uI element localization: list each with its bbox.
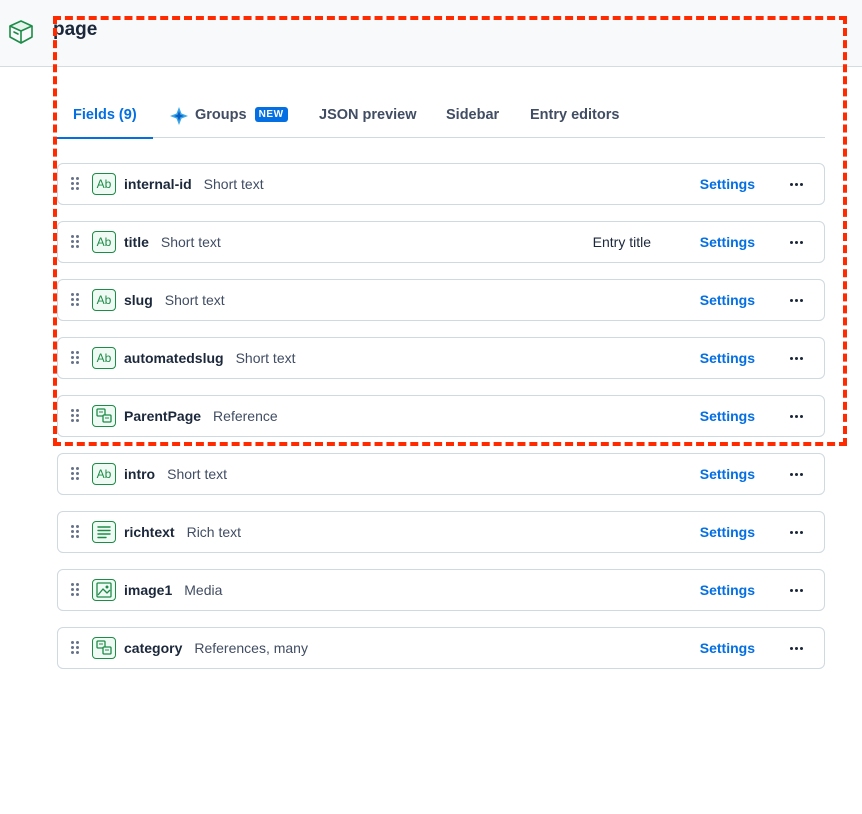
sparkle-icon bbox=[170, 107, 188, 125]
settings-button[interactable]: Settings bbox=[700, 234, 755, 250]
field-type: Media bbox=[184, 582, 223, 598]
field-name: image1 Media bbox=[124, 582, 222, 598]
field-type: Short text bbox=[164, 292, 225, 308]
ab-glyph: Ab bbox=[96, 177, 112, 191]
settings-button[interactable]: Settings bbox=[700, 640, 755, 656]
field-row: Ab slug Short text Settings bbox=[57, 279, 825, 321]
field-name-text: ParentPage bbox=[124, 408, 202, 424]
field-name-text: category bbox=[124, 640, 183, 656]
field-name-text: image1 bbox=[124, 582, 173, 598]
ab-glyph: Ab bbox=[96, 467, 112, 481]
field-name: internal-id Short text bbox=[124, 176, 264, 192]
ab-glyph: Ab bbox=[96, 351, 112, 365]
drag-handle-icon[interactable] bbox=[71, 177, 81, 191]
page-header: page bbox=[0, 0, 862, 67]
field-type: Short text bbox=[203, 176, 264, 192]
field-name: automatedslug Short text bbox=[124, 350, 296, 366]
reference-icon bbox=[92, 405, 116, 427]
tab-groups[interactable]: Groups NEW bbox=[169, 96, 288, 138]
tab-sidebar[interactable]: Sidebar bbox=[446, 96, 499, 138]
page-title: page bbox=[53, 19, 98, 40]
short-text-icon: Ab bbox=[92, 347, 116, 369]
field-name: richtext Rich text bbox=[124, 524, 241, 540]
reference-icon bbox=[92, 637, 116, 659]
more-options-icon[interactable] bbox=[790, 639, 804, 657]
more-options-icon[interactable] bbox=[790, 465, 804, 483]
field-row: Ab internal-id Short text Settings bbox=[57, 163, 825, 205]
settings-button[interactable]: Settings bbox=[700, 582, 755, 598]
field-name-text: richtext bbox=[124, 524, 175, 540]
more-options-icon[interactable] bbox=[790, 407, 804, 425]
tab-entry-editors[interactable]: Entry editors bbox=[530, 96, 619, 138]
short-text-icon: Ab bbox=[92, 231, 116, 253]
field-list: Ab internal-id Short text Settings Ab tit… bbox=[57, 163, 825, 685]
field-name-text: internal-id bbox=[124, 176, 192, 192]
drag-handle-icon[interactable] bbox=[71, 409, 81, 423]
drag-handle-icon[interactable] bbox=[71, 467, 81, 481]
tab-bar: Fields (9) Groups NEW JSON preview Sideba… bbox=[57, 96, 825, 139]
field-row: Ab automatedslug Short text Settings bbox=[57, 337, 825, 379]
settings-button[interactable]: Settings bbox=[700, 466, 755, 482]
more-options-icon[interactable] bbox=[790, 349, 804, 367]
media-icon bbox=[92, 579, 116, 601]
settings-button[interactable]: Settings bbox=[700, 408, 755, 424]
more-options-icon[interactable] bbox=[790, 581, 804, 599]
more-options-icon[interactable] bbox=[790, 233, 804, 251]
field-name: slug Short text bbox=[124, 292, 225, 308]
short-text-icon: Ab bbox=[92, 289, 116, 311]
field-type: References, many bbox=[194, 640, 308, 656]
field-row: Ab title Short text Entry title Settings bbox=[57, 221, 825, 263]
ab-glyph: Ab bbox=[96, 293, 112, 307]
tab-fields[interactable]: Fields (9) bbox=[57, 96, 153, 139]
field-name: intro Short text bbox=[124, 466, 227, 482]
field-type: Reference bbox=[213, 408, 278, 424]
field-name: ParentPage Reference bbox=[124, 408, 278, 424]
tab-groups-label: Groups bbox=[195, 107, 247, 123]
field-name-text: slug bbox=[124, 292, 153, 308]
field-name-text: automatedslug bbox=[124, 350, 224, 366]
drag-handle-icon[interactable] bbox=[71, 583, 81, 597]
settings-button[interactable]: Settings bbox=[700, 176, 755, 192]
drag-handle-icon[interactable] bbox=[71, 641, 81, 655]
tab-json-preview[interactable]: JSON preview bbox=[319, 96, 417, 138]
field-row: Ab intro Short text Settings bbox=[57, 453, 825, 495]
settings-button[interactable]: Settings bbox=[700, 292, 755, 308]
more-options-icon[interactable] bbox=[790, 291, 804, 309]
field-type: Short text bbox=[235, 350, 296, 366]
entry-title-label: Entry title bbox=[592, 234, 651, 250]
field-name: category References, many bbox=[124, 640, 308, 656]
drag-handle-icon[interactable] bbox=[71, 525, 81, 539]
drag-handle-icon[interactable] bbox=[71, 235, 81, 249]
field-row: category References, many Settings bbox=[57, 627, 825, 669]
more-options-icon[interactable] bbox=[790, 523, 804, 541]
rich-text-icon bbox=[92, 521, 116, 543]
field-row: image1 Media Settings bbox=[57, 569, 825, 611]
drag-handle-icon[interactable] bbox=[71, 351, 81, 365]
ab-glyph: Ab bbox=[96, 235, 112, 249]
field-name-text: intro bbox=[124, 466, 156, 482]
field-row: richtext Rich text Settings bbox=[57, 511, 825, 553]
settings-button[interactable]: Settings bbox=[700, 524, 755, 540]
field-row: ParentPage Reference Settings bbox=[57, 395, 825, 437]
short-text-icon: Ab bbox=[92, 463, 116, 485]
short-text-icon: Ab bbox=[92, 173, 116, 195]
content-type-icon bbox=[9, 20, 33, 44]
field-type: Rich text bbox=[186, 524, 242, 540]
field-type: Short text bbox=[160, 234, 221, 250]
drag-handle-icon[interactable] bbox=[71, 293, 81, 307]
settings-button[interactable]: Settings bbox=[700, 350, 755, 366]
new-badge: NEW bbox=[254, 107, 288, 122]
more-options-icon[interactable] bbox=[790, 175, 804, 193]
field-name-text: title bbox=[124, 234, 149, 250]
field-type: Short text bbox=[167, 466, 228, 482]
field-name: title Short text bbox=[124, 234, 221, 250]
